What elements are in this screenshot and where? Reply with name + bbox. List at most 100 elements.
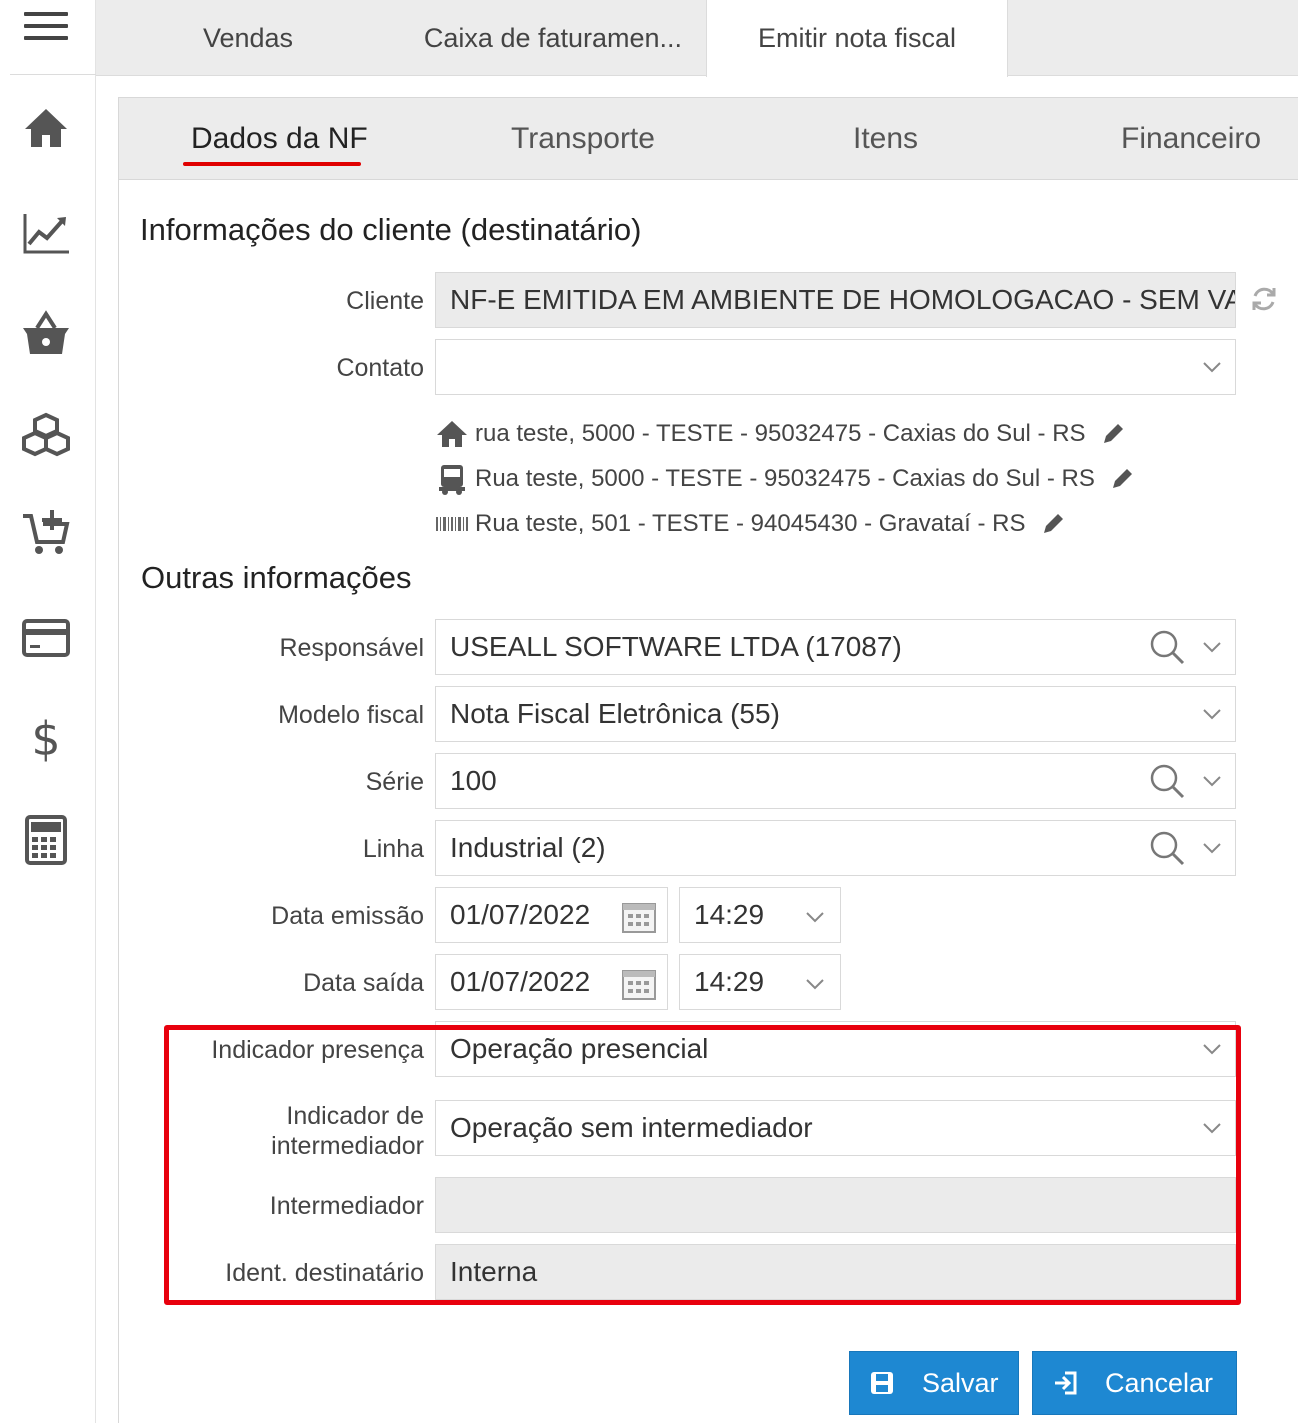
cancel-button-label: Cancelar: [1105, 1367, 1214, 1398]
credit-card-icon[interactable]: [16, 610, 76, 666]
linha-select[interactable]: Industrial (2): [435, 820, 1236, 876]
data-saida-input[interactable]: 01/07/2022: [435, 954, 668, 1010]
search-icon[interactable]: [1147, 627, 1187, 667]
hora-saida-select[interactable]: 14:29: [679, 954, 841, 1010]
subtab-dados-nf[interactable]: Dados da NF: [183, 98, 368, 180]
subtab-transporte[interactable]: Transporte: [511, 98, 655, 180]
modelo-fiscal-select[interactable]: Nota Fiscal Eletrônica (55): [435, 686, 1236, 742]
subtab-itens[interactable]: Itens: [853, 98, 918, 180]
refresh-icon[interactable]: [1249, 284, 1279, 314]
indicador-intermediador-label: Indicador de intermediador: [271, 1101, 424, 1161]
chevron-down-icon[interactable]: [804, 906, 826, 928]
form-panel: Dados da NF Transporte Itens Financeiro …: [118, 97, 1298, 1423]
save-button-label: Salvar: [922, 1367, 999, 1398]
side-rail: $: [0, 0, 96, 1423]
floppy-disk-icon: [871, 1372, 893, 1394]
calculator-icon[interactable]: [16, 812, 76, 868]
indicador-intermediador-value: Operação sem intermediador: [450, 1112, 813, 1143]
indicador-presenca-value: Operação presencial: [450, 1033, 709, 1064]
subtab-financeiro[interactable]: Financeiro: [1121, 98, 1261, 180]
serie-value: 100: [450, 765, 497, 796]
sub-tab-bar: Dados da NF Transporte Itens Financeiro: [119, 98, 1298, 180]
active-tab-underline: [183, 162, 361, 166]
pencil-icon[interactable]: [1109, 466, 1135, 492]
chevron-down-icon[interactable]: [1201, 356, 1223, 378]
cliente-section-title: Informações do cliente (destinatário): [140, 212, 642, 247]
chevron-down-icon[interactable]: [1201, 636, 1223, 658]
home-icon[interactable]: [16, 100, 76, 156]
serie-select[interactable]: 100: [435, 753, 1236, 809]
search-icon[interactable]: [1147, 761, 1187, 801]
boxes-icon[interactable]: [16, 408, 76, 464]
chevron-down-icon[interactable]: [1201, 837, 1223, 859]
address-text: Rua teste, 5000 - TESTE - 95032475 - Cax…: [475, 465, 1095, 492]
address-line-cobranca: Rua teste, 501 - TESTE - 94045430 - Grav…: [435, 504, 1066, 544]
linha-value: Industrial (2): [450, 832, 606, 863]
modelo-fiscal-label: Modelo fiscal: [278, 701, 424, 729]
barcode-icon: [435, 507, 469, 541]
responsavel-label: Responsável: [279, 634, 424, 662]
hamburger-menu-icon[interactable]: [24, 12, 68, 48]
hora-saida-value: 14:29: [694, 966, 765, 997]
basket-icon[interactable]: [16, 305, 76, 361]
data-emissao-input[interactable]: 01/07/2022: [435, 887, 668, 943]
chart-line-icon[interactable]: [16, 205, 76, 261]
hora-emissao-value: 14:29: [694, 899, 765, 930]
address-line-residencial: rua teste, 5000 - TESTE - 95032475 - Cax…: [435, 414, 1126, 454]
responsavel-select[interactable]: USEALL SOFTWARE LTDA (17087): [435, 619, 1236, 675]
cliente-field[interactable]: NF-E EMITIDA EM AMBIENTE DE HOMOLOGACAO …: [435, 272, 1236, 328]
data-saida-value: 01/07/2022: [450, 966, 591, 997]
house-icon: [435, 417, 469, 451]
svg-text:$: $: [31, 712, 60, 765]
responsavel-value: USEALL SOFTWARE LTDA (17087): [450, 631, 902, 662]
indicador-intermediador-select[interactable]: Operação sem intermediador: [435, 1100, 1236, 1156]
tab-vendas[interactable]: Vendas: [96, 0, 400, 76]
truck-icon: [435, 462, 469, 496]
data-emissao-label: Data emissão: [271, 902, 424, 930]
dollar-icon[interactable]: $: [16, 710, 76, 766]
address-text: rua teste, 5000 - TESTE - 95032475 - Cax…: [475, 420, 1086, 447]
indicador-intermediador-label-line2: intermediador: [271, 1132, 424, 1160]
cliente-value: NF-E EMITIDA EM AMBIENTE DE HOMOLOGACAO …: [450, 284, 1235, 315]
data-saida-label: Data saída: [303, 969, 424, 997]
search-icon[interactable]: [1147, 828, 1187, 868]
pencil-icon[interactable]: [1100, 421, 1126, 447]
ident-destinatario-label: Ident. destinatário: [225, 1259, 424, 1287]
indicador-intermediador-label-line1: Indicador de: [286, 1102, 424, 1130]
indicador-presenca-label: Indicador presença: [211, 1036, 424, 1064]
cliente-label: Cliente: [346, 287, 424, 315]
chevron-down-icon[interactable]: [804, 973, 826, 995]
chevron-down-icon[interactable]: [1201, 703, 1223, 725]
ident-destinatario-value: Interna: [450, 1256, 538, 1287]
sign-in-icon: [1055, 1371, 1077, 1395]
pencil-icon[interactable]: [1040, 511, 1066, 537]
linha-label: Linha: [362, 835, 424, 863]
address-text: Rua teste, 501 - TESTE - 94045430 - Grav…: [475, 510, 1026, 537]
outras-section-title: Outras informações: [141, 560, 412, 595]
indicador-presenca-select[interactable]: Operação presencial: [435, 1021, 1236, 1077]
chevron-down-icon[interactable]: [1201, 1117, 1223, 1139]
chevron-down-icon[interactable]: [1201, 1038, 1223, 1060]
tab-caixa-faturamento[interactable]: Caixa de faturamen...: [400, 0, 706, 76]
modelo-fiscal-value: Nota Fiscal Eletrônica (55): [450, 698, 780, 729]
address-line-entrega: Rua teste, 5000 - TESTE - 95032475 - Cax…: [435, 459, 1135, 499]
cancel-button[interactable]: Cancelar: [1032, 1351, 1237, 1415]
app-window: $ Vendas Caixa de faturamen... Emitir no…: [0, 0, 1298, 1423]
chevron-down-icon[interactable]: [1201, 770, 1223, 792]
rail-divider: [10, 74, 96, 75]
calendar-icon[interactable]: [619, 900, 659, 934]
data-emissao-value: 01/07/2022: [450, 899, 591, 930]
tab-emitir-nota-fiscal[interactable]: Emitir nota fiscal: [706, 0, 1008, 77]
save-button[interactable]: Salvar: [849, 1351, 1019, 1415]
contato-label: Contato: [336, 354, 424, 382]
serie-label: Série: [365, 768, 424, 796]
contato-select[interactable]: [435, 339, 1236, 395]
intermediador-label: Intermediador: [269, 1192, 424, 1220]
top-tab-bar: Vendas Caixa de faturamen... Emitir nota…: [96, 0, 1298, 77]
intermediador-field: [435, 1177, 1236, 1233]
ident-destinatario-field: Interna: [435, 1244, 1236, 1300]
cart-plus-icon[interactable]: [16, 505, 76, 561]
subtab-dados-nf-label: Dados da NF: [191, 122, 368, 155]
hora-emissao-select[interactable]: 14:29: [679, 887, 841, 943]
calendar-icon[interactable]: [619, 967, 659, 1001]
